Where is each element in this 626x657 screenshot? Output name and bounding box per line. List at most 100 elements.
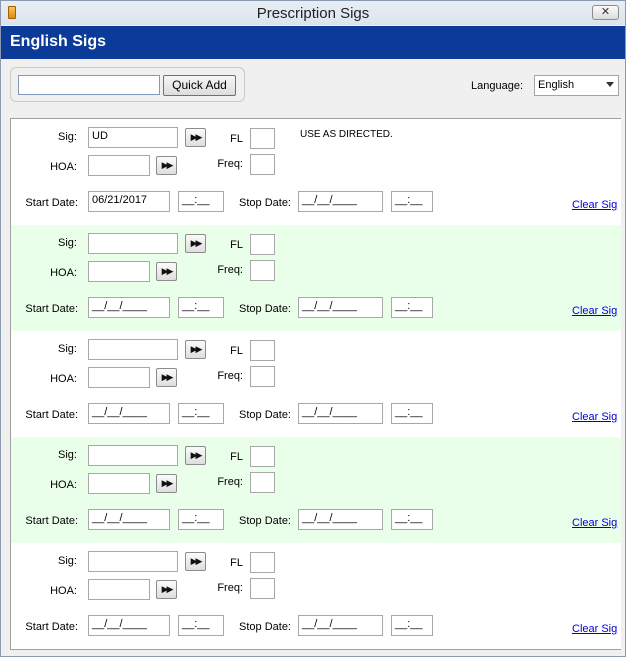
sig-arrow-button[interactable]: ▶▶ bbox=[185, 552, 206, 571]
page-title: English Sigs bbox=[10, 33, 107, 50]
window-title: Prescription Sigs bbox=[256, 5, 370, 22]
start-date-label: Start Date: bbox=[25, 515, 78, 527]
close-button[interactable]: ✕ bbox=[592, 5, 619, 20]
freq-label: Freq: bbox=[217, 264, 243, 276]
sig-arrow-button[interactable]: ▶▶ bbox=[185, 340, 206, 359]
stop-time-input[interactable]: __:__ bbox=[391, 615, 433, 636]
stop-date-label: Stop Date: bbox=[239, 515, 291, 527]
start-date-label: Start Date: bbox=[25, 621, 78, 633]
sig-entry: Sig: ▶▶ FL HOA: ▶▶ Freq: Start Date: __/__/____… bbox=[11, 437, 621, 543]
hoa-label: HOA: bbox=[50, 373, 77, 385]
sig-arrow-button[interactable]: ▶▶ bbox=[185, 446, 206, 465]
start-date-input[interactable]: __/__/____ bbox=[88, 403, 170, 424]
stop-date-label: Stop Date: bbox=[239, 197, 291, 209]
sig-directions: USE AS DIRECTED. bbox=[300, 129, 393, 140]
fl-input[interactable] bbox=[250, 234, 275, 255]
header-band: English Sigs bbox=[1, 26, 625, 59]
sig-label: Sig: bbox=[58, 449, 77, 461]
start-date-input[interactable]: 06/21/2017 bbox=[88, 191, 170, 212]
fl-input[interactable] bbox=[250, 340, 275, 361]
start-time-input[interactable]: __:__ bbox=[178, 509, 224, 530]
hoa-arrow-button[interactable]: ▶▶ bbox=[156, 368, 177, 387]
hoa-arrow-button[interactable]: ▶▶ bbox=[156, 474, 177, 493]
start-time-input[interactable]: __:__ bbox=[178, 615, 224, 636]
quick-add-group: Quick Add bbox=[10, 67, 245, 102]
sig-input[interactable] bbox=[88, 339, 178, 360]
sig-entry: Sig: UD ▶▶ FL USE AS DIRECTED. HOA: ▶▶ Freq: Sta… bbox=[11, 119, 621, 225]
hoa-arrow-button[interactable]: ▶▶ bbox=[156, 156, 177, 175]
sig-label: Sig: bbox=[58, 131, 77, 143]
sig-list[interactable]: Sig: UD ▶▶ FL USE AS DIRECTED. HOA: ▶▶ Freq: Sta… bbox=[10, 118, 621, 650]
stop-date-label: Stop Date: bbox=[239, 621, 291, 633]
hoa-label: HOA: bbox=[50, 479, 77, 491]
sig-label: Sig: bbox=[58, 555, 77, 567]
language-select[interactable]: English bbox=[534, 75, 619, 96]
start-time-input[interactable]: __:__ bbox=[178, 297, 224, 318]
sig-label: Sig: bbox=[58, 343, 77, 355]
hoa-input[interactable] bbox=[88, 261, 150, 282]
start-date-label: Start Date: bbox=[25, 303, 78, 315]
stop-time-input[interactable]: __:__ bbox=[391, 191, 433, 212]
clear-sig-link[interactable]: Clear Sig bbox=[572, 623, 617, 635]
clear-sig-link[interactable]: Clear Sig bbox=[572, 199, 617, 211]
fl-input[interactable] bbox=[250, 552, 275, 573]
fl-label: FL bbox=[230, 239, 243, 251]
start-time-input[interactable]: __:__ bbox=[178, 403, 224, 424]
freq-input[interactable] bbox=[250, 578, 275, 599]
hoa-input[interactable] bbox=[88, 579, 150, 600]
hoa-label: HOA: bbox=[50, 585, 77, 597]
hoa-arrow-button[interactable]: ▶▶ bbox=[156, 580, 177, 599]
start-date-label: Start Date: bbox=[25, 197, 78, 209]
clear-sig-link[interactable]: Clear Sig bbox=[572, 517, 617, 529]
start-date-input[interactable]: __/__/____ bbox=[88, 297, 170, 318]
stop-time-input[interactable]: __:__ bbox=[391, 297, 433, 318]
prescription-sigs-window: Prescription Sigs ✕ English Sigs Quick A… bbox=[0, 0, 626, 657]
freq-label: Freq: bbox=[217, 582, 243, 594]
stop-date-label: Stop Date: bbox=[239, 409, 291, 421]
hoa-input[interactable] bbox=[88, 367, 150, 388]
title-bar: Prescription Sigs ✕ bbox=[1, 1, 625, 25]
chevron-down-icon[interactable] bbox=[606, 82, 614, 87]
sig-input[interactable]: UD bbox=[88, 127, 178, 148]
fl-input[interactable] bbox=[250, 128, 275, 149]
stop-time-input[interactable]: __:__ bbox=[391, 403, 433, 424]
quick-add-button[interactable]: Quick Add bbox=[163, 75, 236, 96]
hoa-label: HOA: bbox=[50, 161, 77, 173]
sig-label: Sig: bbox=[58, 237, 77, 249]
fl-input[interactable] bbox=[250, 446, 275, 467]
freq-label: Freq: bbox=[217, 158, 243, 170]
stop-date-label: Stop Date: bbox=[239, 303, 291, 315]
hoa-input[interactable] bbox=[88, 155, 150, 176]
start-date-label: Start Date: bbox=[25, 409, 78, 421]
freq-input[interactable] bbox=[250, 260, 275, 281]
sig-input[interactable] bbox=[88, 551, 178, 572]
freq-input[interactable] bbox=[250, 472, 275, 493]
fl-label: FL bbox=[230, 133, 243, 145]
clear-sig-link[interactable]: Clear Sig bbox=[572, 305, 617, 317]
sig-input[interactable] bbox=[88, 445, 178, 466]
freq-input[interactable] bbox=[250, 366, 275, 387]
sig-arrow-button[interactable]: ▶▶ bbox=[185, 234, 206, 253]
fl-label: FL bbox=[230, 451, 243, 463]
stop-time-input[interactable]: __:__ bbox=[391, 509, 433, 530]
start-time-input[interactable]: __:__ bbox=[178, 191, 224, 212]
sig-arrow-button[interactable]: ▶▶ bbox=[185, 128, 206, 147]
language-label: Language: bbox=[471, 80, 523, 92]
stop-date-input[interactable]: __/__/____ bbox=[298, 403, 383, 424]
stop-date-input[interactable]: __/__/____ bbox=[298, 509, 383, 530]
quick-add-input[interactable] bbox=[18, 75, 160, 95]
stop-date-input[interactable]: __/__/____ bbox=[298, 191, 383, 212]
sig-input[interactable] bbox=[88, 233, 178, 254]
freq-label: Freq: bbox=[217, 476, 243, 488]
hoa-arrow-button[interactable]: ▶▶ bbox=[156, 262, 177, 281]
start-date-input[interactable]: __/__/____ bbox=[88, 615, 170, 636]
stop-date-input[interactable]: __/__/____ bbox=[298, 297, 383, 318]
sig-entry: Sig: ▶▶ FL HOA: ▶▶ Freq: Start Date: __/__/____… bbox=[11, 225, 621, 331]
clear-sig-link[interactable]: Clear Sig bbox=[572, 411, 617, 423]
sig-entry: Sig: ▶▶ FL HOA: ▶▶ Freq: Start Date: __/__/____… bbox=[11, 543, 621, 649]
start-date-input[interactable]: __/__/____ bbox=[88, 509, 170, 530]
stop-date-input[interactable]: __/__/____ bbox=[298, 615, 383, 636]
hoa-input[interactable] bbox=[88, 473, 150, 494]
fl-label: FL bbox=[230, 557, 243, 569]
freq-input[interactable] bbox=[250, 154, 275, 175]
